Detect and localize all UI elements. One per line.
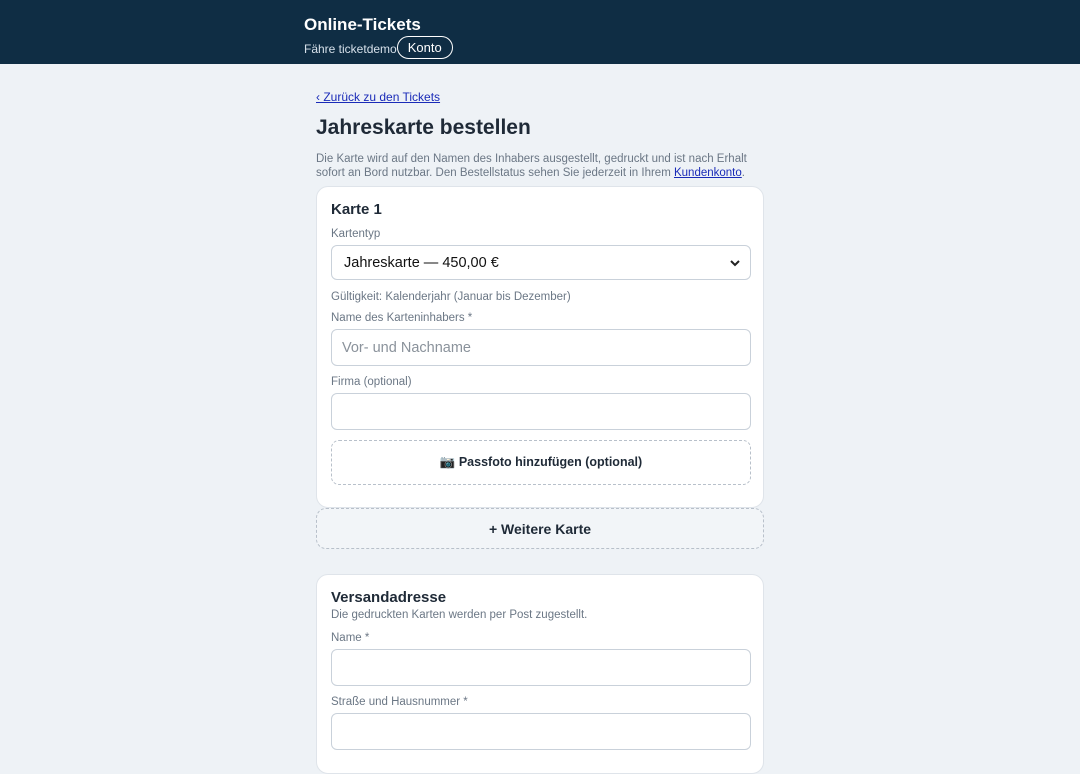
customer-account-link[interactable]: Kundenkonto bbox=[674, 167, 742, 179]
company-label: Firma (optional) bbox=[331, 376, 412, 388]
card-title: Karte 1 bbox=[331, 201, 382, 218]
card-type-select[interactable]: Jahreskarte — 450,00 € bbox=[331, 245, 751, 280]
holder-name-label: Name des Karteninhabers * bbox=[331, 312, 473, 324]
add-card-button[interactable]: + Weitere Karte bbox=[316, 508, 764, 549]
app-subtitle-row: Fähre ticketdemo Konto bbox=[304, 36, 453, 60]
validity-text: Gültigkeit: Kalenderjahr (Januar bis Dez… bbox=[331, 291, 571, 303]
add-card-label: + Weitere Karte bbox=[488, 520, 592, 537]
account-button[interactable]: Konto bbox=[396, 36, 453, 59]
ticket-card: Karte 1 Kartentyp Jahreskarte — 450,00 €… bbox=[316, 186, 764, 508]
street-label: Straße und Hausnummer * bbox=[331, 696, 468, 708]
app-title: Online-Tickets bbox=[304, 15, 421, 34]
shipping-name-label: Name * bbox=[331, 632, 370, 644]
shipping-name-input[interactable] bbox=[331, 649, 751, 686]
brand: Online-Tickets Fähre ticketdemo Konto bbox=[304, 14, 453, 60]
shipping-card: Versandadresse Die gedruckten Karten wer… bbox=[316, 574, 764, 774]
card-type-label: Kartentyp bbox=[331, 228, 381, 240]
photo-button-label: 📷 Passfoto hinzufügen (optional) bbox=[439, 455, 643, 469]
shipping-title: Versandadresse bbox=[331, 589, 447, 606]
company-input[interactable] bbox=[331, 393, 751, 430]
street-input[interactable] bbox=[331, 713, 751, 750]
main-content: ‹ Zurück zu den Tickets Jahreskarte best… bbox=[316, 88, 764, 180]
back-to-tickets-link[interactable]: ‹ Zurück zu den Tickets bbox=[316, 90, 440, 104]
add-passport-photo-button[interactable]: 📷 Passfoto hinzufügen (optional) bbox=[331, 440, 751, 485]
holder-name-input[interactable]: Vor- und Nachname bbox=[331, 329, 751, 366]
top-bar: Online-Tickets Fähre ticketdemo Konto bbox=[0, 0, 1080, 64]
shipping-subtitle: Die gedruckten Karten werden per Post zu… bbox=[331, 609, 588, 621]
app-subtitle: Fähre ticketdemo bbox=[304, 41, 397, 56]
intro-text: Die Karte wird auf den Namen des Inhaber… bbox=[316, 153, 747, 179]
card-type-value: Jahreskarte — 450,00 € bbox=[344, 254, 499, 271]
chevron-down-icon bbox=[730, 256, 740, 270]
page-title: Jahreskarte bestellen bbox=[316, 116, 531, 139]
